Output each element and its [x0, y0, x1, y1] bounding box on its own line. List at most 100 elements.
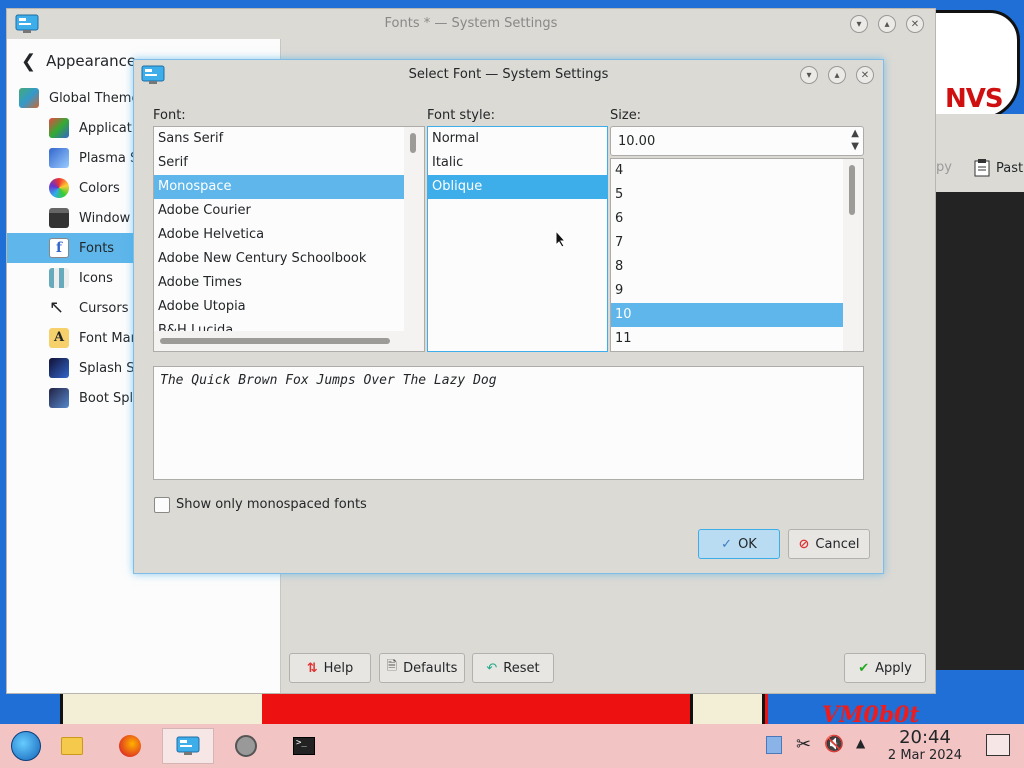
boot-splash-icon — [49, 388, 69, 408]
icons-icon — [49, 268, 69, 288]
cancel-label: Cancel — [815, 536, 860, 552]
cancel-button[interactable]: ⊘ Cancel — [788, 529, 870, 559]
size-list[interactable]: 4 5 6 7 8 9 10 11 — [610, 158, 864, 352]
size-list-item[interactable]: 6 — [611, 207, 843, 231]
font-list-item[interactable]: Adobe New Century Schoolbook — [154, 247, 404, 271]
font-style-list[interactable]: Normal Italic Oblique — [427, 126, 608, 352]
font-list[interactable]: Sans Serif Serif Monospace Adobe Courier… — [153, 126, 425, 352]
preview-text[interactable]: The Quick Brown Fox Jumps Over The Lazy … — [160, 373, 497, 388]
size-list-item[interactable]: 11 — [611, 327, 843, 351]
monospaced-only-checkbox[interactable] — [154, 497, 170, 513]
minimize-icon: ▾ — [856, 18, 862, 30]
defaults-button[interactable]: 🗎 Defaults — [379, 653, 465, 683]
font-list-vscroll-track[interactable] — [404, 127, 424, 331]
size-spinbox[interactable]: 10.00 ▲ ▼ — [610, 126, 864, 156]
help-icon: ⇅ — [306, 660, 318, 676]
tray-expand-icon[interactable]: ▲ — [856, 736, 865, 750]
reset-icon: ↶ — [486, 660, 498, 676]
size-list-item[interactable]: 9 — [611, 279, 843, 303]
scissors-tray-icon[interactable]: ✂ — [796, 734, 811, 755]
dialog-close-button[interactable]: ✕ — [856, 66, 874, 84]
application-style-icon — [49, 118, 69, 138]
font-list-item[interactable]: B&H Lucida — [154, 319, 404, 331]
sidebar-item-label: Cursors — [79, 300, 129, 316]
defaults-icon: 🗎 — [386, 659, 398, 674]
font-list-hscroll-thumb[interactable] — [160, 338, 390, 344]
wallpaper-shape-right — [690, 694, 765, 724]
font-list-item[interactable]: Adobe Times — [154, 271, 404, 295]
dialog-minimize-button[interactable]: ▾ — [800, 66, 818, 84]
font-list-item-selected[interactable]: Monospace — [154, 175, 404, 199]
show-desktop-button[interactable] — [986, 734, 1010, 756]
size-list-item[interactable]: 5 — [611, 183, 843, 207]
volume-tray-icon[interactable]: 🔇 — [824, 734, 844, 753]
style-list-item[interactable]: Italic — [428, 151, 607, 175]
font-list-vscroll-thumb[interactable] — [410, 133, 416, 153]
taskbar-file-manager[interactable] — [46, 728, 98, 764]
terminal-area[interactable] — [936, 192, 1024, 670]
maximize-button[interactable]: ▴ — [878, 15, 896, 33]
clipboard-tray-icon[interactable] — [766, 736, 782, 754]
wallpaper-text: NVS — [945, 84, 1004, 114]
start-menu-button[interactable] — [0, 728, 52, 764]
plasma-style-icon — [49, 148, 69, 168]
konsole-window: py Past — [936, 114, 1024, 670]
font-list-item[interactable]: Serif — [154, 151, 404, 175]
back-arrow-icon: ❮ — [21, 50, 37, 72]
size-list-item[interactable]: 7 — [611, 231, 843, 255]
size-list-vscroll-thumb[interactable] — [849, 165, 855, 215]
style-list-item-selected[interactable]: Oblique — [428, 175, 607, 199]
splash-screen-icon — [49, 358, 69, 378]
size-list-item[interactable]: 8 — [611, 255, 843, 279]
spin-down-icon[interactable]: ▼ — [851, 141, 859, 152]
defaults-label: Defaults — [403, 660, 458, 676]
spin-up-icon[interactable]: ▲ — [851, 128, 859, 139]
reset-button[interactable]: ↶ Reset — [472, 653, 554, 683]
close-button[interactable]: ✕ — [906, 15, 924, 33]
window-button-bar: ⇅ Help 🗎 Defaults ↶ Reset ✔ Apply — [281, 649, 937, 689]
size-list-item-selected[interactable]: 10 — [611, 303, 843, 327]
clock[interactable]: 20:44 2 Mar 2024 — [880, 728, 970, 764]
paste-button[interactable]: Past — [972, 158, 1023, 178]
size-value[interactable]: 10.00 — [618, 134, 655, 149]
close-icon: ✕ — [860, 69, 870, 81]
style-list-item[interactable]: Normal — [428, 127, 607, 151]
font-list-item[interactable]: Sans Serif — [154, 127, 404, 151]
clock-date: 2 Mar 2024 — [887, 748, 963, 763]
wallpaper-shape-left — [60, 694, 265, 724]
size-list-item[interactable]: 4 — [611, 159, 843, 183]
monospaced-only-label[interactable]: Show only monospaced fonts — [176, 497, 367, 512]
font-management-icon: A — [49, 328, 69, 348]
ok-button[interactable]: ✓ OK — [698, 529, 780, 559]
font-list-item[interactable]: Adobe Utopia — [154, 295, 404, 319]
taskbar: >_ ✂ 🔇 ▲ 20:44 2 Mar 2024 — [0, 724, 1024, 768]
taskbar-firefox[interactable] — [104, 728, 156, 764]
taskbar-system-settings[interactable] — [162, 728, 214, 764]
sidebar-item-label: Font Mar — [79, 330, 136, 346]
font-preview[interactable]: The Quick Brown Fox Jumps Over The Lazy … — [153, 366, 864, 480]
dialog-maximize-button[interactable]: ▴ — [828, 66, 846, 84]
taskbar-konsole[interactable]: >_ — [278, 728, 330, 764]
taskbar-clock-app[interactable] — [220, 728, 272, 764]
sidebar-item-label: Colors — [79, 180, 120, 196]
sidebar-item-label: Plasma S — [79, 150, 139, 166]
dialog-titlebar[interactable]: Select Font — System Settings ▾ ▴ ✕ — [134, 60, 883, 90]
system-settings-icon — [176, 736, 200, 755]
window-titlebar[interactable]: Fonts * — System Settings ▾ ▴ ✕ — [7, 9, 935, 39]
select-font-dialog: Select Font — System Settings ▾ ▴ ✕ Font… — [133, 59, 884, 574]
copy-button[interactable]: py — [936, 160, 952, 175]
help-button[interactable]: ⇅ Help — [289, 653, 371, 683]
font-list-item[interactable]: Adobe Courier — [154, 199, 404, 223]
font-label: Font: — [153, 108, 186, 123]
minimize-button[interactable]: ▾ — [850, 15, 868, 33]
font-style-label: Font style: — [427, 108, 495, 123]
reset-label: Reset — [503, 660, 540, 676]
size-label: Size: — [610, 108, 642, 123]
apply-button[interactable]: ✔ Apply — [844, 653, 926, 683]
sidebar-item-label: Window — [79, 210, 131, 226]
maximize-icon: ▴ — [884, 18, 890, 30]
font-list-item[interactable]: Adobe Helvetica — [154, 223, 404, 247]
global-theme-icon — [19, 88, 39, 108]
sidebar-item-label: Global Theme — [49, 90, 140, 106]
cursors-icon: ↖ — [49, 297, 65, 318]
